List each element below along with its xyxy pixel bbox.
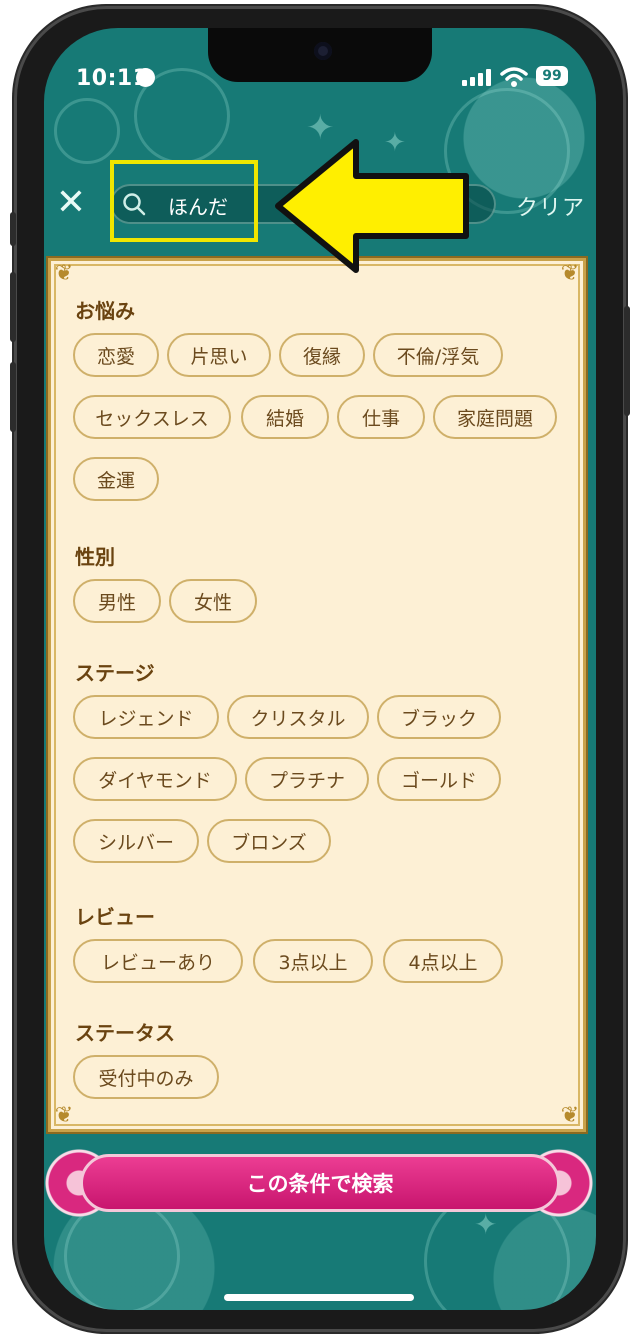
chip-concern[interactable]: セックスレス	[73, 395, 231, 439]
home-indicator	[224, 1294, 414, 1301]
chip-stage[interactable]: ブラック	[377, 695, 501, 739]
chip-review[interactable]: 3点以上	[253, 939, 373, 983]
chip-concern[interactable]: 不倫/浮気	[373, 333, 503, 377]
chip-stage[interactable]: レジェンド	[73, 695, 219, 739]
corner-ornament-icon: ❦	[54, 1103, 74, 1128]
chip-concern[interactable]: 結婚	[241, 395, 329, 439]
section-title-review: レビュー	[75, 905, 155, 929]
section-title-concerns: お悩み	[75, 299, 135, 323]
corner-ornament-icon: ❦	[54, 261, 74, 286]
chip-concern[interactable]: 金運	[73, 457, 159, 501]
corner-ornament-icon: ❦	[560, 261, 580, 286]
yellow-arrow-icon	[275, 139, 469, 273]
section-title-status: ステータス	[75, 1021, 175, 1045]
chip-stage[interactable]: クリスタル	[227, 695, 369, 739]
volume-up-button	[10, 272, 16, 342]
location-indicator-icon	[136, 68, 155, 87]
section-title-gender: 性別	[75, 545, 115, 569]
chip-gender[interactable]: 男性	[73, 579, 161, 623]
wifi-icon	[500, 67, 528, 87]
search-highlight-box	[110, 160, 258, 242]
close-button[interactable]: ✕	[54, 185, 88, 221]
section-title-stage: ステージ	[75, 661, 155, 685]
chip-concern[interactable]: 恋愛	[73, 333, 159, 377]
power-button	[624, 306, 630, 416]
chip-concern[interactable]: 仕事	[337, 395, 425, 439]
chip-review[interactable]: レビューあり	[73, 939, 243, 983]
camera-icon	[314, 42, 332, 60]
chip-gender[interactable]: 女性	[169, 579, 257, 623]
clear-button[interactable]: クリア	[516, 190, 585, 222]
volume-down-button	[10, 362, 16, 432]
chip-concern[interactable]: 復縁	[279, 333, 365, 377]
notch	[208, 28, 432, 82]
mute-switch	[10, 212, 16, 246]
chip-concern[interactable]: 片思い	[167, 333, 271, 377]
chip-status[interactable]: 受付中のみ	[73, 1055, 219, 1099]
chip-stage[interactable]: ダイヤモンド	[73, 757, 237, 801]
search-submit-button[interactable]: この条件で検索	[80, 1154, 560, 1212]
decorative-swirl	[54, 98, 120, 164]
chip-stage[interactable]: ブロンズ	[207, 819, 331, 863]
chip-review[interactable]: 4点以上	[383, 939, 503, 983]
signal-icon	[462, 68, 491, 86]
corner-ornament-icon: ❦	[560, 1103, 580, 1128]
chip-stage[interactable]: シルバー	[73, 819, 199, 863]
chip-stage[interactable]: プラチナ	[245, 757, 369, 801]
chip-stage[interactable]: ゴールド	[377, 757, 501, 801]
chip-concern[interactable]: 家庭問題	[433, 395, 557, 439]
battery-indicator: 99	[536, 66, 568, 86]
filter-panel: ❦ ❦ ❦ ❦ お悩み 恋愛 片思い 復縁 不倫/浮気 セックスレス 結婚 仕事…	[48, 258, 586, 1132]
screen: ✦ ✦ ✦ ✦ 10:11 99 ✕ ほんだ クリア ❦ ❦ ❦ ❦ お悩み 恋…	[44, 28, 596, 1310]
